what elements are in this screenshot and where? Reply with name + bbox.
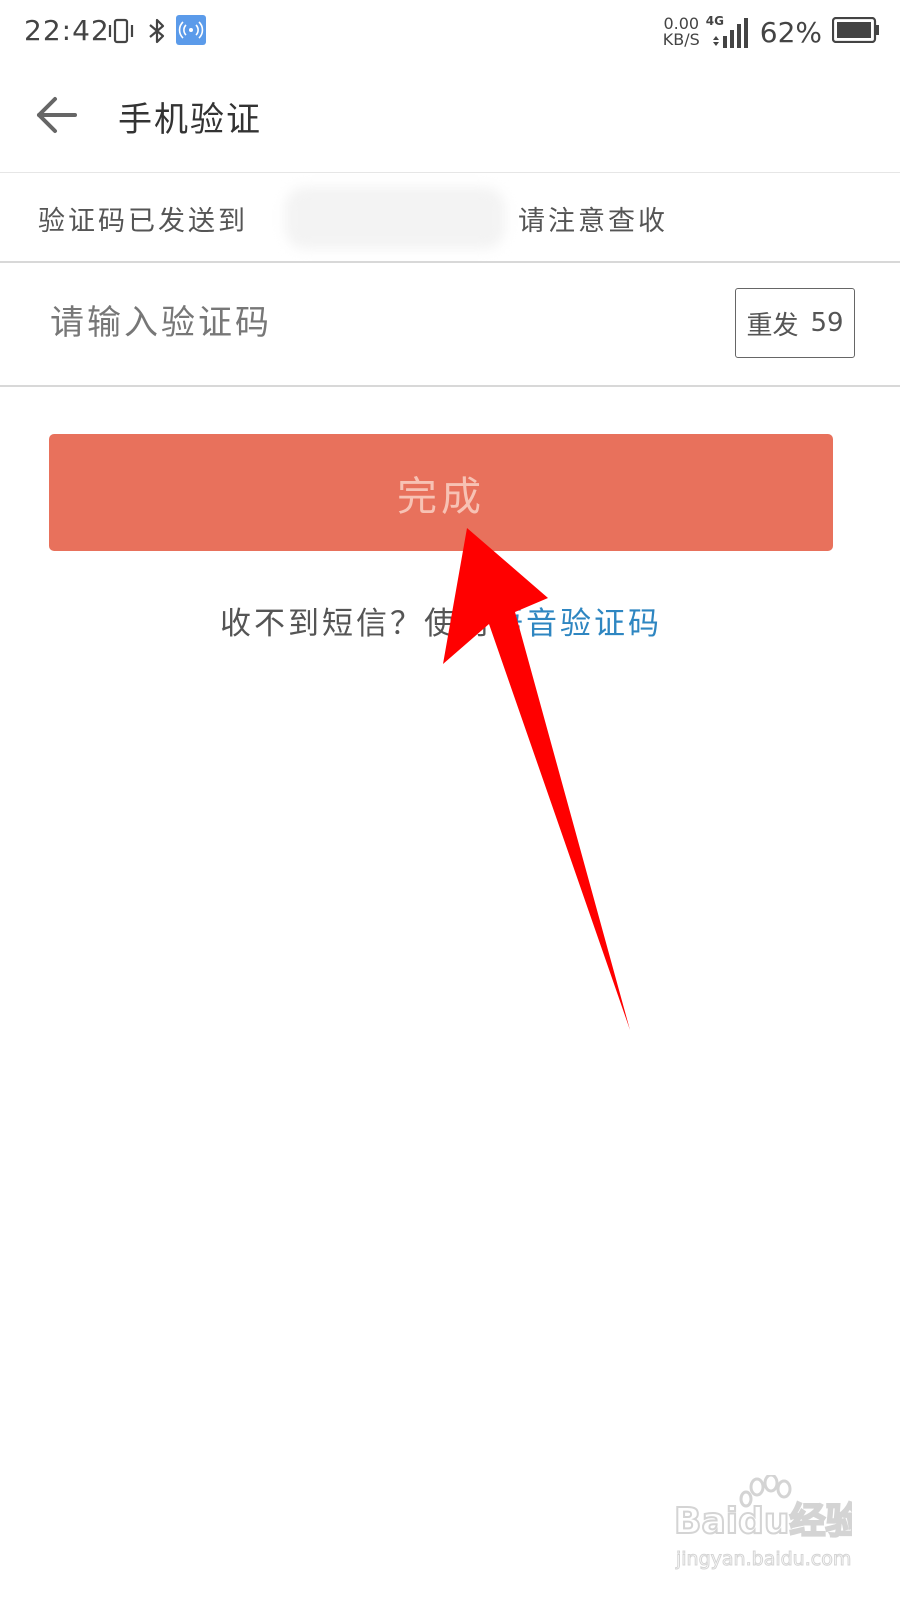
sent-info-prefix: 验证码已发送到 xyxy=(38,206,248,237)
resend-button[interactable]: 重发 59 xyxy=(735,288,855,358)
svg-text:jingyan.baidu.com: jingyan.baidu.com xyxy=(675,1548,851,1570)
hotspot-icon xyxy=(176,15,206,45)
phone-number-redacted xyxy=(285,187,505,249)
verification-code-input[interactable] xyxy=(50,293,690,353)
network-type: 4G xyxy=(705,14,724,28)
status-right-group: 0.00 KB/S 4G 62% xyxy=(663,10,880,54)
status-time: 22:42 xyxy=(24,14,110,47)
battery-percent: 62% xyxy=(759,15,822,49)
back-button[interactable] xyxy=(30,90,84,144)
baidu-watermark: Baidu经验 jingyan.baidu.com xyxy=(672,1473,862,1575)
resend-countdown: 59 xyxy=(810,308,844,338)
code-input-row: 重发 59 xyxy=(0,263,900,387)
header-bar: 手机验证 xyxy=(0,62,900,173)
resend-label: 重发 xyxy=(746,310,799,341)
bluetooth-icon xyxy=(142,16,172,46)
done-button[interactable]: 完成 xyxy=(49,434,833,551)
sent-info-suffix: 请注意查收 xyxy=(518,206,668,237)
svg-text:Baidu经验: Baidu经验 xyxy=(674,1501,852,1542)
page-title: 手机验证 xyxy=(118,100,262,140)
battery-icon xyxy=(831,16,880,47)
signal-icon: 4G xyxy=(706,14,750,48)
baidu-paw-logo: Baidu经验 jingyan.baidu.com xyxy=(673,1473,862,1571)
done-button-label: 完成 xyxy=(397,473,485,520)
vibrate-icon xyxy=(106,16,136,46)
net-speed: 0.00 KB/S xyxy=(663,16,700,48)
sms-help-text: 收不到短信？使用 xyxy=(220,606,492,642)
net-speed-unit: KB/S xyxy=(662,30,700,49)
status-bar: 22:42 0.00 KB/S 4G 62% xyxy=(0,0,900,62)
arrow-left-icon xyxy=(35,95,79,139)
sms-help-hint: 收不到短信？使用语音验证码 xyxy=(0,598,882,643)
voice-code-link[interactable]: 语音验证码 xyxy=(492,606,662,642)
sent-info-row: 验证码已发送到 请注意查收 xyxy=(0,173,900,263)
